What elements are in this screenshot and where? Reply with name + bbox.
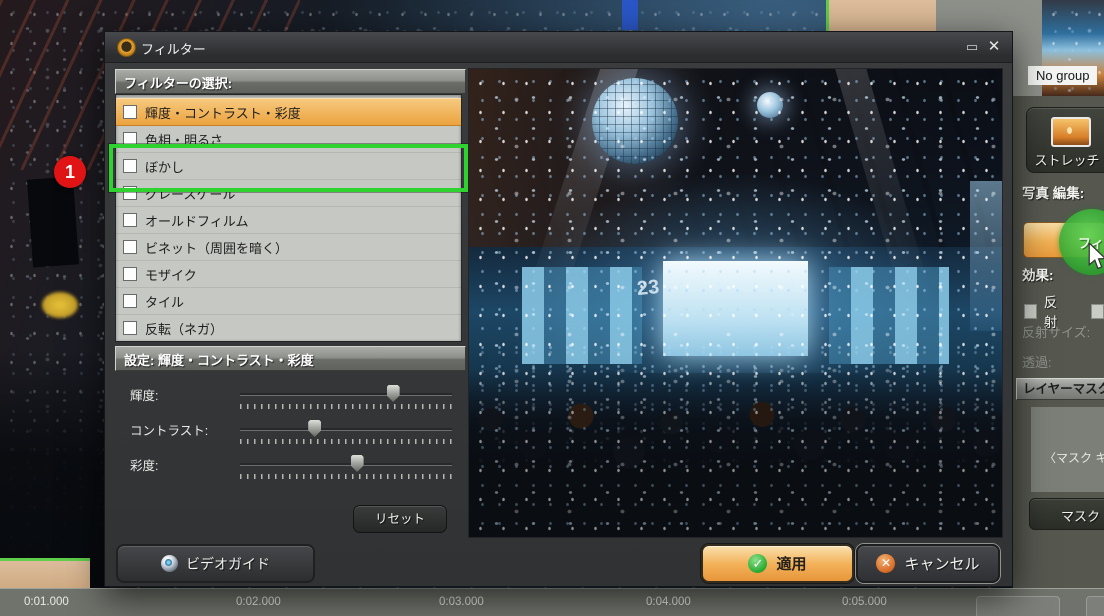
slider-line [240,463,452,465]
webcam-icon [161,555,178,572]
cancel-button-label: キャンセル [904,553,979,574]
slider-label: 彩度: [130,455,158,474]
second-effect-checkbox[interactable] [1091,304,1104,319]
effects-label: 効果: [1022,264,1054,284]
filter-label: 反転（ネガ） [145,319,223,338]
mask-placeholder-text: 〈マスク キ [1044,449,1104,466]
slider-track[interactable] [240,424,452,444]
layer-mask-header: レイヤーマスク [1016,378,1104,400]
slider-handle[interactable] [308,420,321,437]
photo-edit-label: 写真 編集: [1022,182,1084,202]
filter-label: タイル [145,292,184,311]
step-annotation-badge: 1 [54,156,86,188]
timeline-timestamp: 0:05.000 [842,596,887,608]
filter-checkbox[interactable] [123,105,137,119]
timeline-timestamp: 0:03.000 [439,596,484,608]
filter-item[interactable]: モザイク [116,261,461,288]
slider-track[interactable] [240,459,452,479]
slider-ticks [240,404,456,409]
timeline-timestamp: 0:04.000 [646,596,691,608]
slider-line [240,393,452,395]
filter-checkbox[interactable] [123,240,137,254]
video-guide-label: ビデオガイド [186,554,270,574]
filter-checkbox[interactable] [123,321,137,335]
settings-header: 設定: 輝度・コントラスト・彩度 [115,346,466,371]
mask-button-label: マスク [1061,506,1100,525]
filter-list[interactable]: 輝度・コントラスト・彩度色相・明るさぼかしグレースケールオールドフィルムビネット… [115,94,462,342]
filter-label: オールドフィルム [145,211,248,230]
apply-button[interactable]: ✓ 適用 [701,544,854,583]
cancel-button[interactable]: ✕ キャンセル [856,544,1000,583]
mask-preview-box[interactable]: 〈マスク キ [1031,407,1104,492]
annotation-highlight-box [109,144,468,192]
background-light-blob [42,292,78,318]
timeline-timestamp: 0:02.000 [236,596,281,608]
filter-dialog: フィルター ▭ ✕ フィルターの選択: 輝度・コントラスト・彩度色相・明るさぼか… [104,31,1013,587]
app-window: No group ストレッチ 写真 編集: フィ 効果: 反射 反射サイズ: 透… [0,0,1104,616]
close-icon[interactable]: ✕ [983,36,1005,58]
video-guide-button[interactable]: ビデオガイド [116,544,315,583]
slider-handle[interactable] [387,385,400,402]
slider-row: コントラスト: [115,412,462,447]
mouse-cursor-icon [1086,243,1104,276]
filter-label: 輝度・コントラスト・彩度 [145,103,301,122]
group-label: No group [1028,66,1097,85]
dialog-title: フィルター [141,39,206,58]
background-speaker [27,177,79,268]
filter-select-header: フィルターの選択: [115,69,466,94]
reflection-size-label: 反射サイズ: [1022,322,1090,341]
sliders: 輝度: コントラスト: 彩度: [115,377,462,482]
filter-checkbox[interactable] [123,213,137,227]
transparency-label: 透過: [1022,352,1052,371]
filter-item[interactable]: オールドフィルム [116,207,461,234]
dialog-titlebar[interactable]: フィルター ▭ ✕ [105,32,1012,63]
background-blue-bar [622,0,638,30]
timeline-timestamp: 0:01.000 [24,596,69,608]
filter-checkbox[interactable] [123,294,137,308]
filter-checkbox[interactable] [123,267,137,281]
mask-button[interactable]: マスク [1029,498,1104,530]
slider-handle[interactable] [351,455,364,472]
filter-item[interactable]: 輝度・コントラスト・彩度 [116,98,461,126]
reset-button[interactable]: リセット [353,505,447,533]
preview-confetti-front [469,340,1002,537]
filter-item[interactable]: タイル [116,288,461,315]
filter-item[interactable]: ビネット（周囲を暗く） [116,234,461,261]
reflection-checkbox[interactable] [1024,304,1037,319]
minimize-icon[interactable]: ▭ [961,36,983,58]
slider-ticks [240,474,456,479]
slider-line [240,428,452,430]
timeline-tool-button-2[interactable] [1086,596,1104,616]
cancel-x-icon: ✕ [876,554,895,573]
filter-label: ビネット（周囲を暗く） [145,238,288,257]
slider-ticks [240,439,456,444]
apply-button-label: 適用 [776,553,806,574]
slider-row: 輝度: [115,377,462,412]
slider-row: 彩度: [115,447,462,482]
check-icon: ✓ [748,554,767,573]
timeline-tool-button[interactable] [976,596,1060,616]
slider-track[interactable] [240,389,452,409]
slider-label: 輝度: [130,385,158,404]
filter-item[interactable]: 反転（ネガ） [116,315,461,342]
slider-label: コントラスト: [130,420,208,439]
dialog-app-icon [117,38,136,57]
stretch-button[interactable]: ストレッチ [1026,107,1104,173]
timeline-ruler[interactable]: 0:01.000 0:02.000 0:03.000 0:04.000 0:05.000 [0,588,1104,616]
stretch-button-label: ストレッチ [1027,150,1104,169]
preview-image: 23 [468,68,1003,538]
stretch-photo-icon [1051,117,1091,147]
filter-label: モザイク [145,265,197,284]
background-crowd [0,350,110,590]
